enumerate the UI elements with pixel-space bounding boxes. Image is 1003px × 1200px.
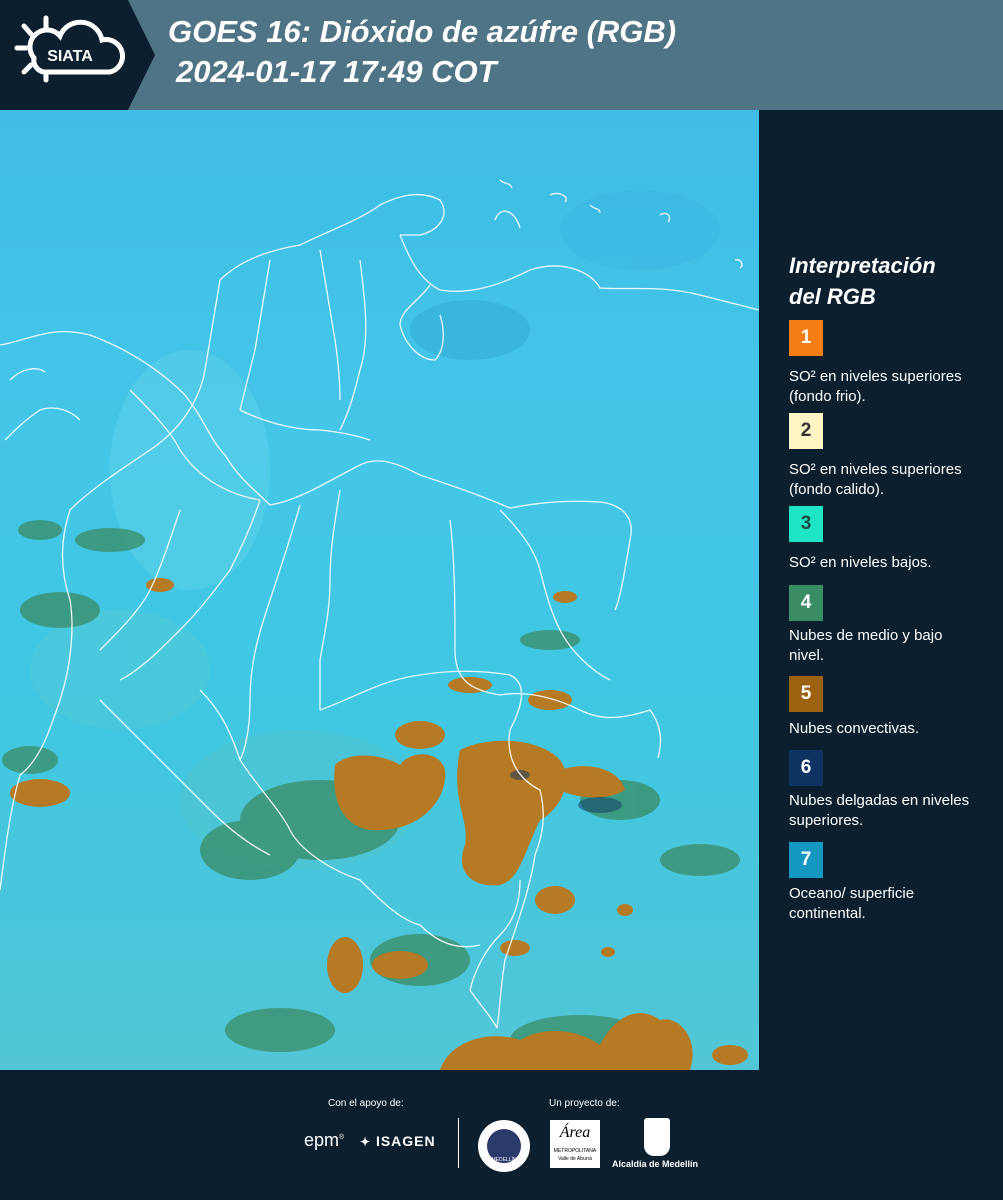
legend-swatch-2: 2 [789,413,823,449]
epm-logo: epm® [304,1130,345,1150]
logo-block: SIATA [0,0,155,110]
satellite-map [0,110,759,1070]
area-sub2: Valle de Aburrá [558,1156,592,1162]
area-sub1: METROPOLITANA [553,1148,597,1154]
isagen-logo: ✦ ISAGEN [360,1133,436,1149]
legend-label-6: Nubes delgadas en niveles superiores. [789,792,970,829]
legend-title-line1: Interpretación [789,253,936,278]
alcaldia-text: Alcaldía de Medellín [612,1159,699,1169]
area-metropolitana-logo: Área METROPOLITANA Valle de Aburrá [550,1120,600,1168]
legend-label-4: Nubes de medio y bajo nivel. [789,627,943,664]
project-label: Un proyecto de: [549,1098,620,1109]
footer: Con el apoyo de: Un proyecto de: epm® ✦ … [0,1070,1003,1200]
header-bar: SIATA GOES 16: Dióxido de azúfre (RGB) 2… [0,0,1003,110]
legend-swatch-1: 1 [789,320,823,356]
epm-text: epm [304,1130,340,1150]
legend-swatch-3: 3 [789,506,823,542]
legend-swatch-6: 6 [789,750,823,786]
isagen-text: ISAGEN [375,1133,436,1149]
logo-text: SIATA [47,48,93,65]
legend-title-line2: del RGB [789,284,876,309]
legend-swatch-7: 7 [789,842,823,878]
page-subtitle-timestamp: 2024-01-17 17:49 COT [176,54,497,89]
support-label: Con el apoyo de: [328,1098,404,1109]
page-title: GOES 16: Dióxido de azúfre (RGB) [168,14,677,49]
siata-logo: SIATA [14,15,125,83]
legend-label-2: SO² en niveles superiores (fondo calido)… [789,461,962,498]
alcaldia-shield-icon [644,1118,670,1156]
legend-title: Interpretación del RGB [789,250,989,312]
map-imagery [0,179,759,1070]
seal-text: MEDELLÍN [487,1129,521,1163]
footer-divider [458,1118,459,1168]
legend-label-1: SO² en niveles superiores (fondo frio). [789,368,962,405]
legend-label-3: SO² en niveles bajos. [789,554,932,571]
medellin-seal: MEDELLÍN [478,1120,530,1172]
legend-swatch-4: 4 [789,585,823,621]
area-name: Área [559,1124,591,1141]
legend-label-5: Nubes convectivas. [789,720,920,737]
isagen-icon: ✦ [360,1135,372,1149]
legend-label-7: Oceano/ superficie continental. [789,885,915,922]
legend-swatch-5: 5 [789,676,823,712]
